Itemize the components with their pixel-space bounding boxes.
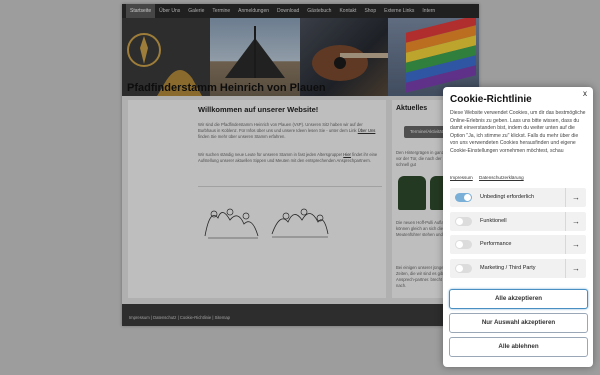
impressum-link[interactable]: Impressum (450, 175, 473, 180)
cookie-category-marketing[interactable]: Marketing / Third Party → (450, 259, 586, 278)
arrow-right-icon[interactable]: → (565, 188, 586, 207)
close-icon[interactable]: x (583, 89, 587, 98)
cookie-dialog-title: Cookie-Richtlinie (450, 94, 532, 105)
cookie-category-functional[interactable]: Funktionell → (450, 212, 586, 231)
toggle-knob (456, 241, 463, 248)
toggle-knob (456, 265, 463, 272)
cookie-category-performance[interactable]: Performance → (450, 235, 586, 254)
arrow-right-icon[interactable]: → (565, 212, 586, 231)
arrow-right-icon[interactable]: → (565, 259, 586, 278)
accept-selection-button[interactable]: Nur Auswahl akzeptieren (449, 313, 588, 333)
reject-all-button[interactable]: Alle ablehnen (449, 337, 588, 357)
performance-toggle[interactable] (455, 240, 472, 249)
cookie-dialog: Cookie-Richtlinie x Diese Website verwen… (443, 87, 593, 367)
toggle-knob (456, 218, 463, 225)
cookie-category-necessary[interactable]: Unbedingt erforderlich → (450, 188, 586, 207)
category-label: Performance (480, 241, 512, 247)
arrow-right-icon[interactable]: → (565, 235, 586, 254)
datenschutz-link[interactable]: Datenschutzerklärung (479, 175, 524, 180)
cookie-links: Impressum Datenschutzerklärung (450, 175, 529, 180)
marketing-toggle[interactable] (455, 264, 472, 273)
category-label: Unbedingt erforderlich (480, 194, 535, 200)
necessary-toggle[interactable] (455, 193, 472, 202)
toggle-knob (464, 194, 471, 201)
category-label: Funktionell (480, 218, 507, 224)
accept-all-button[interactable]: Alle akzeptieren (449, 289, 588, 309)
functional-toggle[interactable] (455, 217, 472, 226)
cookie-description: Diese Website verwendet Cookies, um dir … (450, 110, 586, 154)
category-label: Marketing / Third Party (480, 265, 536, 271)
